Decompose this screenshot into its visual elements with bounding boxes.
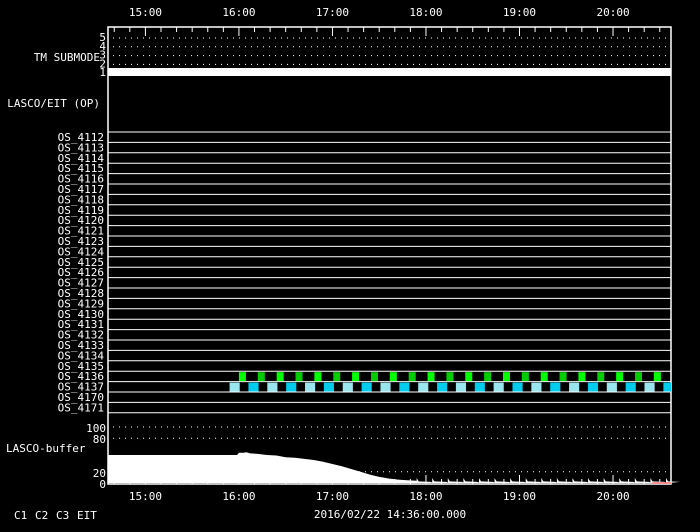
top-tick-label: 15:00	[129, 6, 162, 19]
activity-block-os_4136	[295, 372, 303, 382]
activity-block-os_4136	[559, 372, 567, 382]
activity-block-os_4137	[248, 382, 259, 392]
activity-block-os_4136	[333, 372, 341, 382]
activity-block-os_4137	[418, 382, 429, 392]
activity-block-os_4136	[238, 372, 246, 382]
activity-block-os_4136	[540, 372, 548, 382]
activity-block-os_4137	[606, 382, 617, 392]
bottom-tick-label: 20:00	[596, 490, 629, 503]
activity-block-os_4137	[361, 382, 372, 392]
activity-block-os_4136	[597, 372, 605, 382]
chart-title-date: 2016/02/22 14:36:00.000	[314, 508, 466, 521]
buffer-y-tick-label: 20	[93, 467, 106, 480]
activity-block-os_4137	[305, 382, 316, 392]
lasco-eit-label: LASCO/EIT (OP)	[7, 97, 100, 110]
activity-block-os_4137	[663, 382, 671, 392]
legend-eit: EIT	[77, 509, 97, 522]
activity-block-os_4137	[550, 382, 561, 392]
tm-submode-bar	[108, 68, 671, 76]
bottom-tick-label: 18:00	[409, 490, 442, 503]
activity-block-os_4137	[531, 382, 542, 392]
activity-block-os_4137	[493, 382, 504, 392]
activity-block-os_4136	[352, 372, 360, 382]
activity-block-os_4136	[578, 372, 586, 382]
top-tick-label: 16:00	[222, 6, 255, 19]
activity-block-os_4136	[276, 372, 284, 382]
activity-block-os_4136	[616, 372, 624, 382]
activity-block-os_4137	[286, 382, 297, 392]
activity-block-os_4137	[569, 382, 580, 392]
activity-block-os_4136	[427, 372, 435, 382]
top-tick-label: 20:00	[596, 6, 629, 19]
bottom-tick-label: 17:00	[316, 490, 349, 503]
bottom-tick-label: 16:00	[222, 490, 255, 503]
activity-block-os_4137	[437, 382, 448, 392]
activity-block-os_4137	[455, 382, 467, 392]
os-row-label: OS_4171	[58, 401, 104, 414]
activity-block-os_4136	[653, 372, 661, 382]
bottom-tick-label: 19:00	[503, 490, 536, 503]
tm-submode-label: TM SUBMODE	[34, 51, 100, 64]
top-tick-label: 17:00	[316, 6, 349, 19]
activity-block-os_4137	[323, 382, 335, 392]
legend-c3: C3	[56, 509, 69, 522]
activity-block-os_4137	[229, 382, 240, 392]
tm-level-label: 1	[99, 66, 106, 79]
lasco-buffer-label: LASCO-buffer	[6, 442, 86, 455]
activity-block-os_4137	[474, 382, 485, 392]
background	[0, 0, 700, 532]
activity-block-os_4136	[446, 372, 454, 382]
activity-block-os_4136	[521, 372, 529, 382]
activity-block-os_4136	[465, 372, 473, 382]
activity-block-os_4137	[267, 382, 278, 392]
activity-block-os_4136	[484, 372, 492, 382]
activity-block-os_4136	[314, 372, 322, 382]
buffer-y-tick-label: 0	[99, 478, 106, 491]
activity-block-os_4137	[380, 382, 391, 392]
activity-block-os_4136	[257, 372, 265, 382]
activity-block-os_4136	[502, 372, 510, 382]
activity-block-os_4136	[634, 372, 643, 382]
activity-block-os_4136	[370, 372, 378, 382]
buffer-y-tick-label: 100	[86, 422, 106, 435]
timeline-plot: 15:00 16:00 17:00 18:00 19:00 20:00 15:00 16:0…	[0, 0, 700, 532]
buffer-y-tick-label: 80	[93, 433, 106, 446]
bottom-tick-label: 15:00	[129, 490, 162, 503]
legend: C1 C2 C3 EIT	[14, 509, 97, 522]
activity-block-os_4137	[587, 382, 599, 392]
legend-c2: C2	[35, 509, 48, 522]
activity-block-os_4137	[399, 382, 410, 392]
activity-block-os_4136	[389, 372, 397, 382]
activity-block-os_4136	[408, 372, 416, 382]
top-tick-label: 18:00	[409, 6, 442, 19]
legend-c1: C1	[14, 509, 27, 522]
activity-block-os_4137	[342, 382, 353, 392]
activity-block-os_4137	[512, 382, 523, 392]
activity-block-os_4137	[625, 382, 636, 392]
activity-block-os_4137	[644, 382, 655, 392]
top-tick-label: 19:00	[503, 6, 536, 19]
